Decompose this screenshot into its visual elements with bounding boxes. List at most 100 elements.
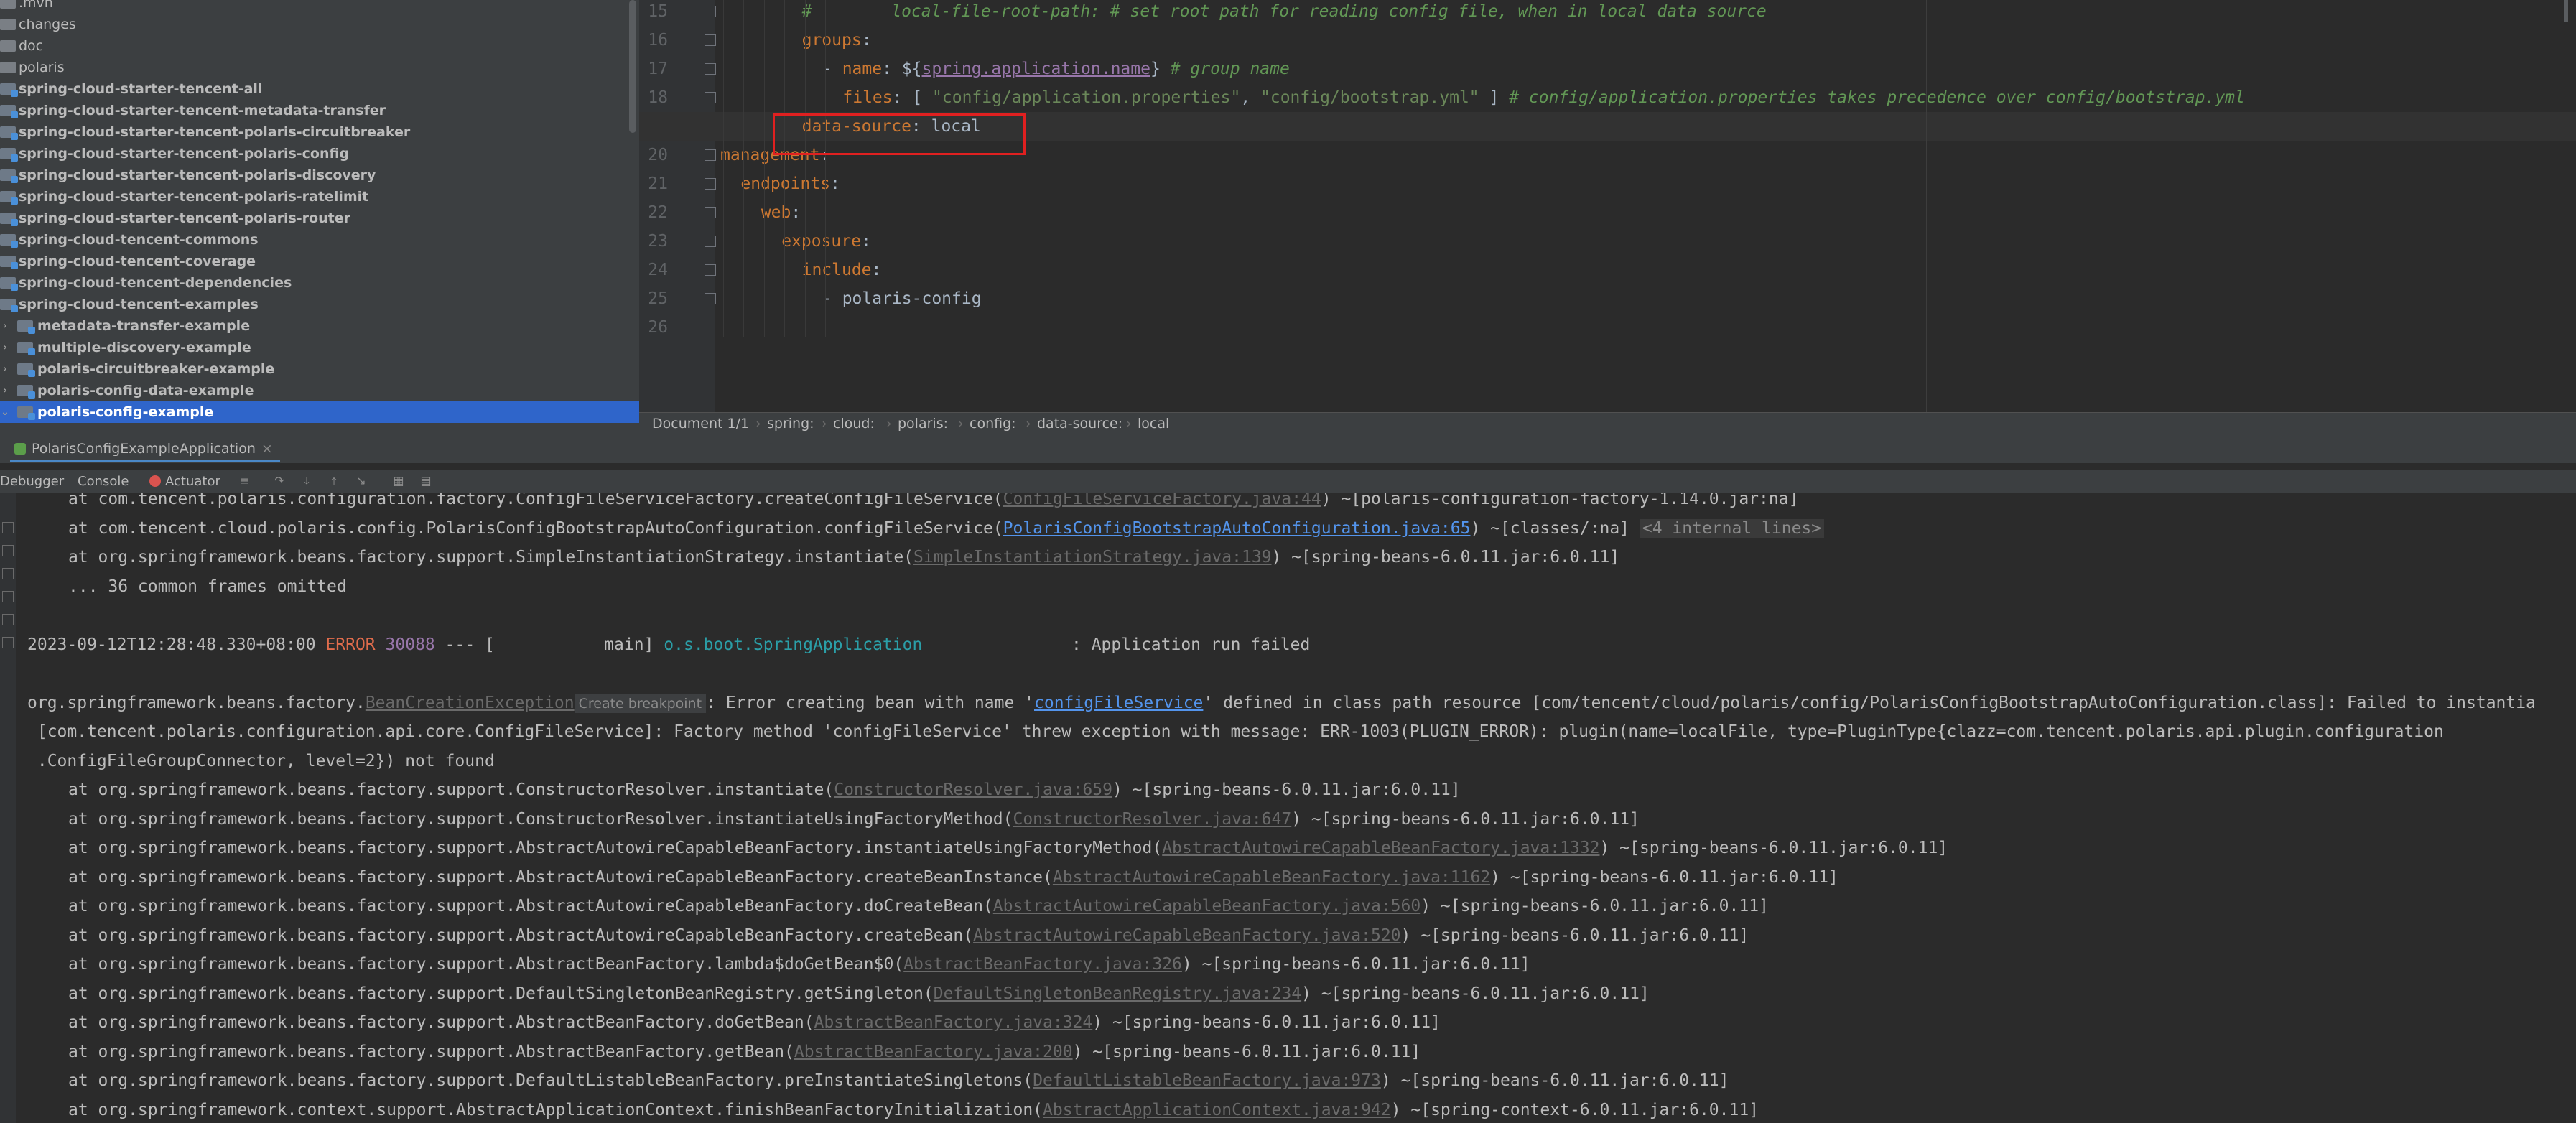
code-line[interactable]: exposure: bbox=[639, 227, 2576, 256]
console-line[interactable]: at org.springframework.beans.factory.sup… bbox=[68, 892, 2576, 921]
tree-item[interactable]: spring-cloud-starter-tencent-polaris-con… bbox=[0, 143, 639, 164]
console-output[interactable]: at com.tencent.polaris.configuration.fac… bbox=[0, 493, 2576, 1123]
tree-item[interactable]: › multiple-discovery-example bbox=[0, 337, 639, 358]
source-link[interactable]: DefaultSingletonBeanRegistry.java:234 bbox=[934, 984, 1301, 1003]
console-line[interactable] bbox=[27, 659, 2576, 688]
tree-item[interactable]: spring-cloud-tencent-commons bbox=[0, 229, 639, 251]
breadcrumb-item[interactable]: polaris: bbox=[898, 413, 948, 434]
console-line[interactable]: at org.springframework.beans.factory.sup… bbox=[68, 950, 2576, 979]
source-link[interactable]: ConstructorResolver.java:647 bbox=[1013, 810, 1291, 829]
console-line[interactable]: at org.springframework.beans.factory.sup… bbox=[68, 979, 2576, 1008]
step-out-icon[interactable]: ⤒ bbox=[327, 475, 340, 488]
code-editor[interactable]: 151617181920212223242526 # local-file-ro… bbox=[639, 0, 2576, 412]
breadcrumb-item[interactable]: Document 1/1 bbox=[652, 413, 749, 434]
console-line[interactable]: at com.tencent.polaris.configuration.fac… bbox=[68, 493, 2576, 513]
console-line[interactable]: at org.springframework.beans.factory.sup… bbox=[68, 1008, 2576, 1037]
source-link[interactable]: AbstractAutowireCapableBeanFactory.java:… bbox=[1162, 839, 1599, 857]
breadcrumb-item[interactable]: data-source: bbox=[1037, 413, 1122, 434]
chevron-right-icon[interactable]: › bbox=[0, 337, 10, 358]
tree-item[interactable]: changes bbox=[0, 14, 639, 35]
layout-icon[interactable]: ▤ bbox=[419, 475, 432, 488]
console-line[interactable]: at org.springframework.beans.factory.sup… bbox=[68, 921, 2576, 950]
code-line[interactable]: - polaris-config bbox=[639, 284, 2576, 313]
breadcrumb-item[interactable]: spring: bbox=[767, 413, 814, 434]
menu-lines-icon[interactable]: ≡ bbox=[238, 475, 251, 488]
code-line[interactable]: # local-file-root-path: # set root path … bbox=[639, 0, 2576, 26]
pin-tab-icon[interactable] bbox=[2, 637, 14, 648]
code-line[interactable]: files: [ "config/application.properties"… bbox=[639, 83, 2576, 112]
console-line[interactable]: at org.springframework.beans.factory.sup… bbox=[68, 834, 2576, 862]
console-line[interactable]: at org.springframework.context.support.A… bbox=[68, 1096, 2576, 1123]
breadcrumb-item[interactable]: config: bbox=[970, 413, 1016, 434]
editor-scrollbar[interactable] bbox=[2564, 0, 2568, 22]
tree-item[interactable]: doc bbox=[0, 35, 639, 57]
tree-item[interactable]: spring-cloud-starter-tencent-polaris-rou… bbox=[0, 208, 639, 229]
create-breakpoint-hint[interactable]: Create breakpoint bbox=[574, 694, 707, 713]
tree-item[interactable]: spring-cloud-starter-tencent-all bbox=[0, 78, 639, 100]
tab-console[interactable]: Console bbox=[78, 470, 129, 493]
code-line[interactable]: web: bbox=[639, 198, 2576, 227]
code-line[interactable] bbox=[639, 313, 2576, 342]
breadcrumb-item[interactable]: local bbox=[1138, 413, 1169, 434]
tree-item[interactable]: spring-cloud-tencent-dependencies bbox=[0, 272, 639, 294]
step-over-icon[interactable]: ↷ bbox=[273, 475, 286, 488]
tree-item[interactable]: spring-cloud-starter-tencent-polaris-dis… bbox=[0, 164, 639, 186]
source-link[interactable]: ConstructorResolver.java:659 bbox=[834, 780, 1112, 799]
console-line[interactable]: ... 36 common frames omitted bbox=[68, 572, 2576, 601]
code-line[interactable]: include: bbox=[639, 256, 2576, 284]
console-line[interactable]: at org.springframework.beans.factory.sup… bbox=[68, 805, 2576, 834]
tree-item[interactable]: spring-cloud-starter-tencent-polaris-rat… bbox=[0, 186, 639, 208]
tree-item[interactable]: spring-cloud-starter-tencent-metadata-tr… bbox=[0, 100, 639, 121]
tree-item[interactable]: spring-cloud-tencent-coverage bbox=[0, 251, 639, 272]
close-icon[interactable]: × bbox=[261, 441, 273, 457]
code-line[interactable]: - name: ${spring.application.name} # gro… bbox=[639, 55, 2576, 83]
tree-item[interactable]: polaris bbox=[0, 57, 639, 78]
source-link[interactable]: AbstractAutowireCapableBeanFactory.java:… bbox=[993, 897, 1420, 915]
source-link[interactable]: PolarisConfigBootstrapAutoConfiguration.… bbox=[1003, 519, 1471, 538]
source-link[interactable]: SimpleInstantiationStrategy.java:139 bbox=[913, 548, 1272, 567]
source-link[interactable]: AbstractApplicationContext.java:942 bbox=[1043, 1101, 1391, 1119]
tab-actuator[interactable]: Actuator bbox=[149, 470, 220, 493]
internal-lines-fold[interactable]: <4 internal lines> bbox=[1639, 518, 1825, 538]
code-line[interactable]: endpoints: bbox=[639, 169, 2576, 198]
chevron-right-icon[interactable]: › bbox=[0, 358, 10, 380]
console-line[interactable]: at org.springframework.beans.factory.sup… bbox=[68, 775, 2576, 804]
settings-icon[interactable] bbox=[2, 614, 14, 625]
chevron-right-icon[interactable]: › bbox=[0, 315, 10, 337]
tree-item[interactable]: › metadata-transfer-example bbox=[0, 315, 639, 337]
console-line[interactable]: [com.tencent.polaris.configuration.api.c… bbox=[27, 717, 2576, 746]
chevron-down-icon[interactable]: ⌄ bbox=[0, 401, 10, 423]
console-line[interactable]: at org.springframework.beans.factory.sup… bbox=[68, 863, 2576, 892]
console-line[interactable]: at org.springframework.beans.factory.sup… bbox=[68, 543, 2576, 572]
console-line[interactable] bbox=[27, 601, 2576, 630]
source-link[interactable]: ConfigFileServiceFactory.java:44 bbox=[1003, 493, 1321, 508]
run-config-tab[interactable]: PolarisConfigExampleApplication × bbox=[10, 437, 280, 462]
console-line[interactable]: .ConfigFileGroupConnector, level=2}) not… bbox=[27, 747, 2576, 775]
camera-icon[interactable] bbox=[2, 591, 14, 602]
pin-icon[interactable] bbox=[2, 545, 14, 556]
breadcrumb-item[interactable]: cloud: bbox=[833, 413, 875, 434]
tab-debugger[interactable]: Debugger bbox=[0, 470, 64, 493]
tree-item[interactable]: › polaris-circuitbreaker-example bbox=[0, 358, 639, 380]
console-line[interactable]: 2023-09-12T12:28:48.330+08:00 ERROR 3008… bbox=[27, 630, 2576, 659]
run-to-cursor-icon[interactable]: ↘ bbox=[355, 475, 368, 488]
tree-item[interactable]: spring-cloud-starter-tencent-polaris-cir… bbox=[0, 121, 639, 143]
source-link[interactable]: AbstractBeanFactory.java:326 bbox=[903, 955, 1182, 974]
console-line[interactable]: at org.springframework.beans.factory.sup… bbox=[68, 1066, 2576, 1095]
expand-icon[interactable] bbox=[2, 522, 14, 533]
filter-icon[interactable] bbox=[2, 568, 14, 579]
tree-item[interactable]: spring-cloud-tencent-examples bbox=[0, 294, 639, 315]
code-line[interactable]: groups: bbox=[639, 26, 2576, 55]
tree-item[interactable]: .mvn bbox=[0, 0, 639, 14]
chevron-right-icon[interactable]: › bbox=[0, 380, 10, 401]
console-line[interactable]: org.springframework.beans.factory.BeanCr… bbox=[27, 689, 2576, 717]
tree-scrollbar[interactable] bbox=[629, 0, 636, 133]
console-line[interactable]: at com.tencent.cloud.polaris.config.Pola… bbox=[68, 514, 2576, 543]
source-link[interactable]: AbstractBeanFactory.java:324 bbox=[814, 1013, 1093, 1032]
source-link[interactable]: configFileService bbox=[1034, 694, 1203, 712]
table-icon[interactable]: ▦ bbox=[392, 475, 405, 488]
tree-item[interactable]: › polaris-config-data-example bbox=[0, 380, 639, 401]
source-link[interactable]: AbstractBeanFactory.java:200 bbox=[794, 1043, 1073, 1061]
source-link[interactable]: BeanCreationException bbox=[366, 694, 575, 712]
tree-item[interactable]: ⌄ polaris-config-example bbox=[0, 401, 639, 423]
